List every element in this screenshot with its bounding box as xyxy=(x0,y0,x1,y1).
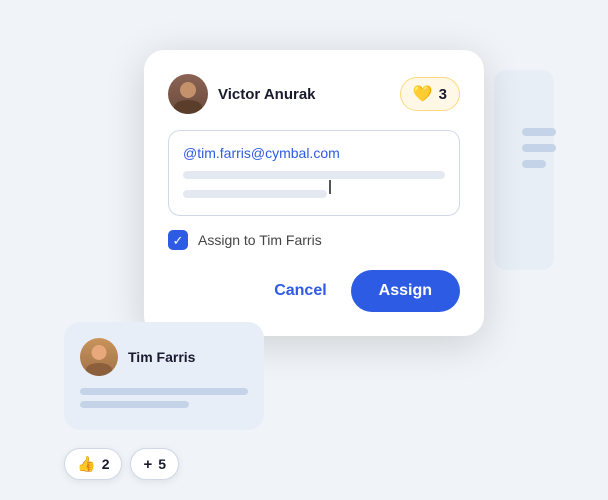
tim-farris-card: Tim Farris xyxy=(64,322,264,430)
plus-badge[interactable]: + 5 xyxy=(130,448,179,480)
checkbox-label: Assign to Tim Farris xyxy=(198,232,322,248)
email-text: @tim.farris@cymbal.com xyxy=(183,145,445,161)
action-buttons: Cancel Assign xyxy=(168,270,460,312)
reaction-badges: 👍 2 + 5 xyxy=(64,448,179,480)
user-header: Victor Anurak 💛 3 xyxy=(168,74,460,114)
plus-count: 5 xyxy=(158,456,166,472)
heart-badge: 💛 3 xyxy=(400,77,460,111)
input-line-2 xyxy=(183,190,327,198)
tim-line-1 xyxy=(80,388,248,395)
cancel-button[interactable]: Cancel xyxy=(262,274,338,308)
thumbsup-icon: 👍 xyxy=(77,455,96,473)
heart-icon: 💛 xyxy=(413,84,433,104)
plus-icon: + xyxy=(143,456,152,473)
checkmark-icon: ✓ xyxy=(173,234,184,247)
heart-count: 3 xyxy=(439,86,447,103)
bg-card-right xyxy=(494,70,554,270)
assign-checkbox[interactable]: ✓ xyxy=(168,230,188,250)
thumbsup-badge[interactable]: 👍 2 xyxy=(64,448,122,480)
bg-line-3 xyxy=(522,160,546,168)
bg-line-1 xyxy=(522,128,556,136)
bg-line-2 xyxy=(522,144,556,152)
tim-avatar xyxy=(80,338,118,376)
bg-decorative-lines xyxy=(514,120,564,176)
user-info: Victor Anurak xyxy=(168,74,316,114)
thumbsup-count: 2 xyxy=(102,456,110,472)
main-modal-card: Victor Anurak 💛 3 @tim.farris@cymbal.com… xyxy=(144,50,484,336)
avatar xyxy=(168,74,208,114)
text-cursor xyxy=(329,180,331,194)
assign-button[interactable]: Assign xyxy=(351,270,460,312)
user-name: Victor Anurak xyxy=(218,86,316,103)
tim-name: Tim Farris xyxy=(128,349,195,365)
tim-line-2 xyxy=(80,401,189,408)
input-line-1 xyxy=(183,171,445,179)
main-scene: Victor Anurak 💛 3 @tim.farris@cymbal.com… xyxy=(64,40,544,460)
tim-user-info: Tim Farris xyxy=(80,338,248,376)
email-input-box[interactable]: @tim.farris@cymbal.com xyxy=(168,130,460,216)
assign-checkbox-row[interactable]: ✓ Assign to Tim Farris xyxy=(168,230,460,250)
